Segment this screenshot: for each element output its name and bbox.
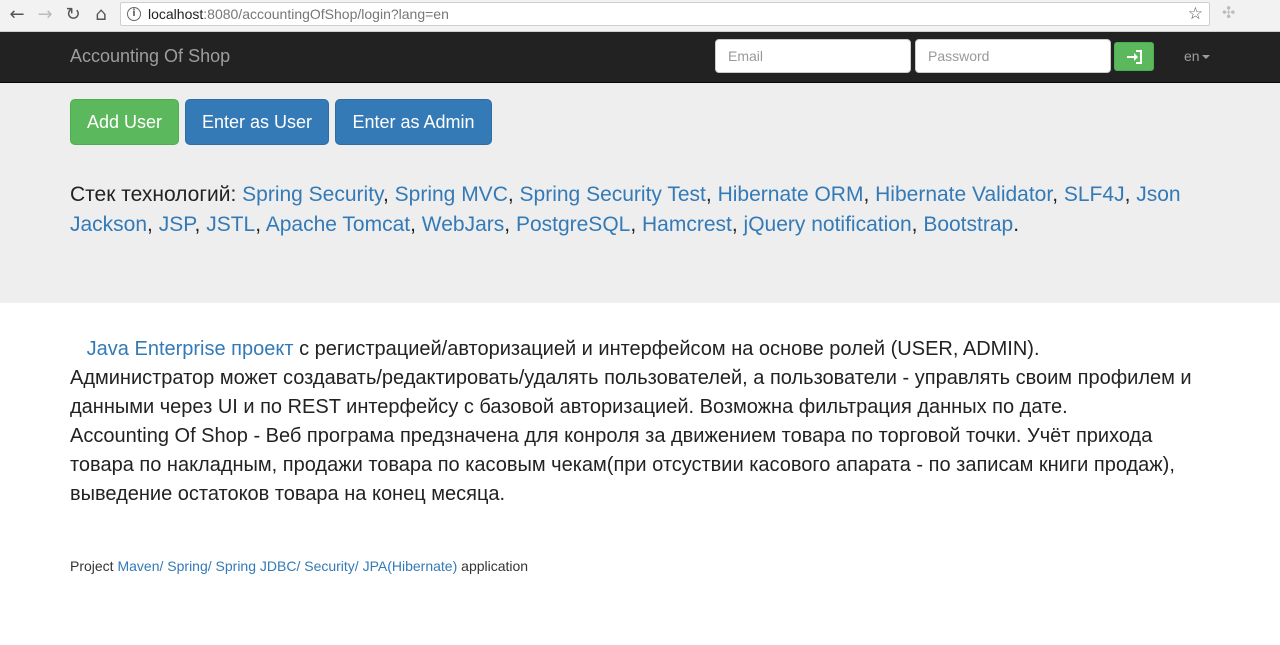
tech-separator: , <box>705 183 718 206</box>
tech-stack: Стек технологий: Spring Security, Spring… <box>70 180 1210 240</box>
tech-stack-label: Стек технологий: <box>70 183 237 206</box>
footer-links: Maven/ Spring/ Spring JDBC/ Security/ JP… <box>117 558 457 574</box>
tech-separator: , <box>194 213 207 236</box>
description-paragraph-shop: Accounting Of Shop - Веб програма предзн… <box>70 425 1175 505</box>
tech-link[interactable]: JSTL <box>206 213 255 236</box>
tech-link[interactable]: JSP <box>159 213 195 236</box>
tech-separator: . <box>1013 213 1020 236</box>
info-icon[interactable]: i <box>127 7 141 21</box>
tech-separator: , <box>731 213 744 236</box>
tech-separator: , <box>382 183 395 206</box>
tech-link[interactable]: Spring MVC <box>395 183 508 206</box>
url-host: localhost <box>148 6 204 22</box>
browser-toolbar: ← → ↻ ⌂ i localhost:8080/accountingOfSho… <box>0 0 1280 32</box>
footer-link[interactable]: Security/ <box>304 558 358 574</box>
tech-link[interactable]: Hamcrest <box>642 213 732 236</box>
tech-link[interactable]: Spring Security <box>242 183 383 206</box>
home-icon[interactable]: ⌂ <box>90 3 112 25</box>
tech-link[interactable]: WebJars <box>422 213 504 236</box>
project-description: Java Enterprise проект с регистрацией/ав… <box>70 335 1220 509</box>
tech-link[interactable]: jQuery notification <box>744 213 912 236</box>
back-arrow-icon[interactable]: ← <box>6 3 28 25</box>
tech-link[interactable]: Apache Tomcat <box>266 213 410 236</box>
address-bar[interactable]: i localhost:8080/accountingOfShop/login?… <box>120 2 1210 26</box>
tech-separator: , <box>504 213 516 236</box>
navbar-brand[interactable]: Accounting Of Shop <box>70 46 230 67</box>
tech-link[interactable]: Hibernate Validator <box>875 183 1052 206</box>
tech-link[interactable]: Hibernate ORM <box>718 183 864 206</box>
tech-link[interactable]: SLF4J <box>1064 183 1125 206</box>
url-text[interactable]: localhost:8080/accountingOfShop/login?la… <box>148 6 449 22</box>
tech-link[interactable]: Bootstrap <box>923 213 1013 236</box>
tech-separator: , <box>1052 183 1064 206</box>
sign-in-icon <box>1127 49 1142 64</box>
caret-down-icon <box>1201 55 1210 60</box>
description-paragraph-admin: Администратор может создавать/редактиров… <box>70 367 1192 418</box>
footer-link[interactable]: JPA(Hibernate) <box>363 558 458 574</box>
language-dropdown[interactable]: en <box>1184 48 1210 64</box>
language-label: en <box>1184 48 1200 64</box>
footer-prefix: Project <box>70 558 118 574</box>
tech-separator: , <box>911 213 924 236</box>
jumbotron: Add User Enter as User Enter as Admin Ст… <box>0 83 1280 303</box>
tech-separator: , <box>630 213 643 236</box>
footer-link[interactable]: Spring/ <box>167 558 211 574</box>
tech-separator: , <box>147 213 159 236</box>
description-line-rest: с регистрацией/авторизацией и интерфейсо… <box>293 338 1040 360</box>
tech-separator: , <box>255 213 266 236</box>
tech-stack-links: Spring Security, Spring MVC, Spring Secu… <box>70 183 1181 236</box>
tech-separator: , <box>1124 183 1137 206</box>
footer-link[interactable]: Spring JDBC/ <box>216 558 301 574</box>
footer-link[interactable]: Maven/ <box>117 558 163 574</box>
enter-as-user-button[interactable]: Enter as User <box>185 99 329 145</box>
tech-separator: , <box>410 213 422 236</box>
tech-link[interactable]: PostgreSQL <box>516 213 630 236</box>
description-line: Java Enterprise проект с регистрацией/ав… <box>70 335 1220 364</box>
project-footer: Project Maven/ Spring/ Spring JDBC/ Secu… <box>70 558 528 574</box>
add-user-button[interactable]: Add User <box>70 99 179 145</box>
tech-separator: , <box>507 183 520 206</box>
tech-separator: , <box>863 183 876 206</box>
forward-arrow-icon[interactable]: → <box>34 3 56 25</box>
login-button[interactable] <box>1114 42 1154 71</box>
bookmark-star-icon[interactable]: ☆ <box>1188 4 1203 24</box>
email-field[interactable] <box>715 39 911 73</box>
tech-link[interactable]: Spring Security Test <box>520 183 706 206</box>
java-enterprise-link[interactable]: Java Enterprise проект <box>87 338 294 360</box>
password-field[interactable] <box>915 39 1111 73</box>
reload-icon[interactable]: ↻ <box>62 3 84 25</box>
url-path: :8080/accountingOfShop/login?lang=en <box>203 6 449 22</box>
enter-as-admin-button[interactable]: Enter as Admin <box>335 99 492 145</box>
navbar: Accounting Of Shop en <box>0 32 1280 83</box>
footer-suffix: application <box>457 558 529 574</box>
extension-icon[interactable]: ✣ <box>1222 3 1235 22</box>
